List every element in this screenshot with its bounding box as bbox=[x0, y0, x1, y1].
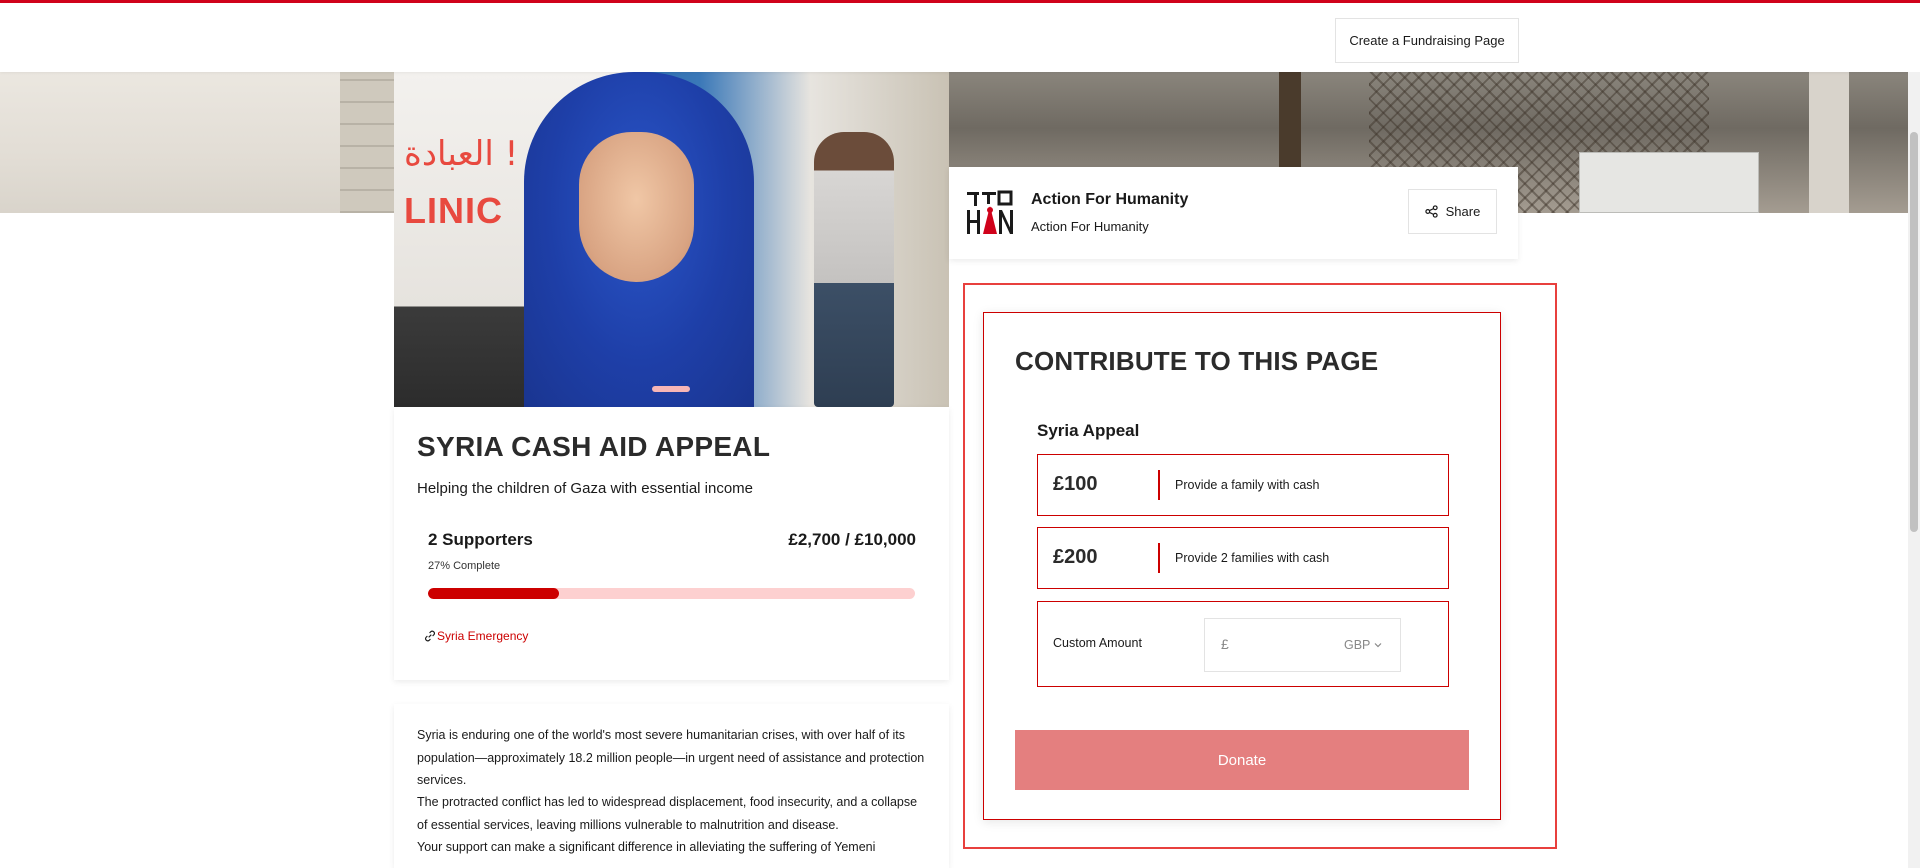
carousel-indicator[interactable] bbox=[652, 386, 690, 392]
contribute-panel: CONTRIBUTE TO THIS PAGE Syria Appeal £10… bbox=[983, 312, 1501, 820]
contribute-title: CONTRIBUTE TO THIS PAGE bbox=[1015, 346, 1379, 376]
share-label: Share bbox=[1445, 204, 1481, 219]
banner-left-wall bbox=[0, 72, 394, 213]
percent-complete: 27% Complete bbox=[428, 560, 501, 572]
campaign-description: Syria is enduring one of the world's mos… bbox=[394, 704, 949, 868]
description-paragraph: Your support can make a significant diff… bbox=[417, 840, 876, 854]
option-price: £200 bbox=[1053, 546, 1098, 568]
donate-button[interactable]: Donate bbox=[1015, 730, 1469, 790]
charity-name: Action For Humanity bbox=[1031, 191, 1189, 208]
custom-amount-field[interactable]: £ GBP bbox=[1204, 618, 1401, 672]
amount-raised: £2,700 / £10,000 bbox=[788, 530, 916, 549]
create-fundraising-page-button[interactable]: Create a Fundraising Page bbox=[1335, 18, 1519, 63]
appeal-name: Syria Appeal bbox=[1037, 421, 1140, 440]
currency-select[interactable]: GBP bbox=[1344, 638, 1382, 652]
top-header: Create a Fundraising Page bbox=[0, 0, 1920, 72]
option-price: £100 bbox=[1053, 473, 1098, 495]
campaign-subtitle: Helping the children of Gaza with essent… bbox=[417, 480, 754, 497]
chevron-down-icon bbox=[1374, 643, 1382, 648]
campaign-tag-label: Syria Emergency bbox=[437, 629, 529, 643]
campaign-info-card: SYRIA CASH AID APPEAL Helping the childr… bbox=[394, 407, 949, 680]
contribute-section: CONTRIBUTE TO THIS PAGE Syria Appeal £10… bbox=[963, 283, 1557, 849]
scrollbar-thumb[interactable] bbox=[1910, 132, 1918, 532]
supporters-count: 2 Supporters bbox=[428, 530, 533, 549]
donation-option-100[interactable]: £100 Provide a family with cash bbox=[1037, 454, 1449, 516]
man-figure bbox=[814, 132, 894, 407]
custom-amount-input[interactable] bbox=[1239, 631, 1339, 661]
clinic-text: LINIC bbox=[404, 190, 503, 231]
charity-subtitle: Action For Humanity bbox=[1031, 219, 1149, 234]
girl-face bbox=[579, 132, 694, 282]
currency-code: GBP bbox=[1344, 638, 1371, 652]
option-description: Provide 2 families with cash bbox=[1175, 551, 1330, 565]
donation-option-200[interactable]: £200 Provide 2 families with cash bbox=[1037, 527, 1449, 589]
progress-fill bbox=[428, 588, 560, 599]
custom-amount-option[interactable]: Custom Amount £ GBP bbox=[1037, 601, 1449, 687]
progress-bar bbox=[428, 588, 915, 599]
custom-amount-label: Custom Amount bbox=[1053, 636, 1142, 650]
option-divider bbox=[1158, 543, 1160, 573]
campaign-image: العبادة ! LINIC bbox=[394, 72, 949, 407]
share-icon bbox=[1424, 205, 1438, 218]
option-divider bbox=[1158, 470, 1160, 500]
charity-card: Action For Humanity Action For Humanity … bbox=[949, 167, 1518, 259]
description-paragraph: Syria is enduring one of the world's mos… bbox=[417, 728, 925, 787]
page-scrollbar[interactable] bbox=[1908, 72, 1920, 868]
option-description: Provide a family with cash bbox=[1175, 478, 1320, 492]
currency-symbol: £ bbox=[1221, 636, 1229, 652]
campaign-title: SYRIA CASH AID APPEAL bbox=[417, 431, 771, 462]
description-paragraph: The protracted conflict has led to wides… bbox=[417, 795, 918, 832]
campaign-tag[interactable]: Syria Emergency bbox=[423, 629, 528, 643]
clinic-arabic-text: العبادة ! bbox=[404, 134, 519, 174]
link-icon bbox=[425, 630, 435, 642]
charity-logo bbox=[965, 188, 1015, 238]
share-button[interactable]: Share bbox=[1408, 189, 1497, 234]
